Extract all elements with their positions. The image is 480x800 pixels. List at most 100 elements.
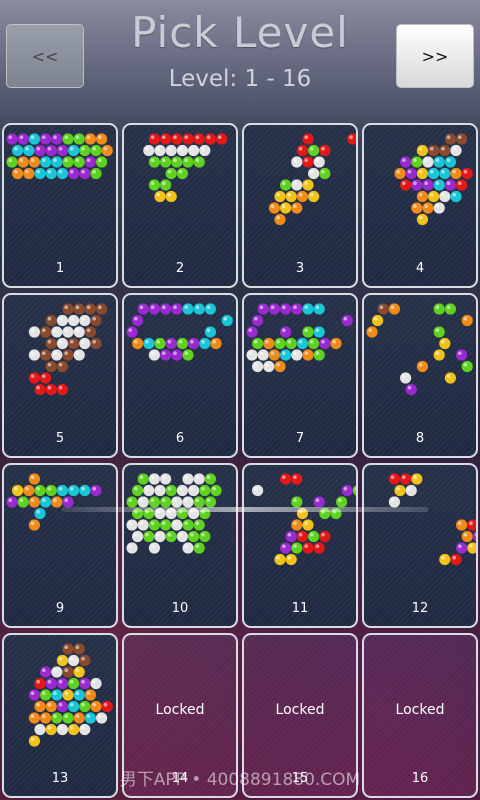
level-tile-5[interactable]: 5 bbox=[2, 293, 118, 458]
bubble-highlight bbox=[201, 532, 205, 537]
bubble-highlight bbox=[103, 146, 108, 151]
level-preview bbox=[388, 473, 476, 566]
bubble bbox=[51, 689, 63, 701]
bubble-highlight bbox=[58, 362, 63, 367]
bubble bbox=[84, 712, 96, 724]
level-tile-11[interactable]: 11 bbox=[242, 463, 358, 628]
level-tile-1[interactable]: 1 bbox=[2, 123, 118, 288]
bubble-highlight bbox=[441, 555, 445, 560]
bubble bbox=[461, 360, 473, 373]
bubble bbox=[302, 156, 314, 168]
bubble bbox=[165, 190, 177, 203]
bubble-highlight bbox=[293, 521, 297, 525]
bubble-highlight bbox=[92, 702, 96, 707]
bubble bbox=[433, 303, 445, 315]
bubble bbox=[433, 202, 445, 214]
bubble-highlight bbox=[293, 498, 297, 502]
level-preview bbox=[246, 303, 353, 373]
level-tile-2[interactable]: 2 bbox=[122, 123, 238, 288]
bubble-highlight bbox=[184, 521, 188, 525]
bubble bbox=[182, 349, 194, 361]
level-tile-3[interactable]: 3 bbox=[242, 123, 358, 288]
bubble bbox=[204, 326, 216, 338]
bubble-highlight bbox=[315, 305, 320, 309]
level-tile-6[interactable]: 6 bbox=[122, 293, 238, 458]
bubble bbox=[28, 689, 40, 701]
level-tile-7[interactable]: 7 bbox=[242, 293, 358, 458]
bubble bbox=[45, 700, 57, 713]
level-tile-12[interactable]: 12 bbox=[362, 463, 478, 628]
bubble bbox=[62, 666, 74, 678]
bubble bbox=[51, 496, 63, 508]
bubble-highlight bbox=[418, 169, 423, 174]
bubble bbox=[456, 542, 468, 554]
bubble-highlight bbox=[14, 146, 18, 151]
bubble-highlight bbox=[150, 475, 155, 479]
bubble-highlight bbox=[282, 475, 286, 479]
bubble bbox=[45, 484, 57, 497]
bubble bbox=[352, 485, 356, 496]
bubble-highlight bbox=[53, 351, 57, 355]
bubble-highlight bbox=[92, 146, 96, 151]
bubble-highlight bbox=[156, 486, 160, 491]
level-number: 9 bbox=[55, 601, 65, 616]
bubble-highlight bbox=[162, 181, 166, 185]
bubble-highlight bbox=[58, 385, 63, 390]
bubble bbox=[96, 303, 108, 315]
bubble-highlight bbox=[293, 544, 297, 548]
bubble-highlight bbox=[218, 135, 222, 139]
bubble bbox=[347, 133, 356, 145]
bubble-highlight bbox=[310, 532, 314, 537]
bubble-highlight bbox=[58, 169, 63, 174]
bubble-highlight bbox=[162, 305, 166, 309]
bubble bbox=[461, 530, 473, 543]
bubble-highlight bbox=[190, 146, 194, 151]
level-preview bbox=[6, 133, 113, 180]
next-page-button[interactable]: >> bbox=[396, 24, 474, 88]
level-tile-10[interactable]: 10 bbox=[122, 463, 238, 628]
bubble bbox=[34, 144, 46, 157]
bubble-highlight bbox=[310, 146, 314, 151]
bubble-highlight bbox=[36, 146, 40, 151]
bubble bbox=[416, 360, 428, 373]
bubble-highlight bbox=[92, 316, 96, 321]
bubble bbox=[319, 167, 331, 180]
bubble bbox=[56, 337, 68, 350]
bubble bbox=[28, 156, 40, 168]
bubble bbox=[411, 156, 423, 168]
bubble bbox=[73, 133, 85, 145]
bubble bbox=[182, 496, 194, 508]
bubble bbox=[40, 349, 52, 361]
bubble bbox=[165, 167, 177, 180]
bubble bbox=[313, 496, 325, 508]
bubble bbox=[221, 314, 233, 327]
bubble bbox=[165, 144, 177, 157]
bubble-highlight bbox=[310, 339, 314, 344]
bubble bbox=[160, 349, 172, 361]
bubble bbox=[422, 156, 434, 168]
bubble-highlight bbox=[184, 351, 188, 355]
bubble bbox=[28, 496, 40, 508]
bubble-highlight bbox=[30, 374, 35, 378]
bubble-highlight bbox=[276, 555, 280, 560]
bubble-highlight bbox=[424, 204, 428, 208]
bubble bbox=[126, 519, 138, 531]
bubble-highlight bbox=[287, 532, 292, 537]
bubble bbox=[171, 303, 183, 315]
level-tile-9[interactable]: 9 bbox=[2, 463, 118, 628]
bubble-highlight bbox=[349, 135, 353, 139]
bubble bbox=[456, 519, 468, 531]
level-tile-4[interactable]: 4 bbox=[362, 123, 478, 288]
bubble bbox=[199, 530, 211, 543]
bubble bbox=[313, 542, 325, 554]
bubble-highlight bbox=[53, 328, 57, 332]
bubble-highlight bbox=[14, 486, 18, 491]
bubble-highlight bbox=[195, 498, 200, 502]
bubble bbox=[257, 303, 269, 315]
bubble-highlight bbox=[128, 498, 132, 502]
bubble bbox=[291, 519, 303, 531]
level-tile-8[interactable]: 8 bbox=[362, 293, 478, 458]
bubble-highlight bbox=[413, 181, 417, 185]
bubble-highlight bbox=[248, 351, 252, 355]
bubble bbox=[45, 383, 57, 396]
